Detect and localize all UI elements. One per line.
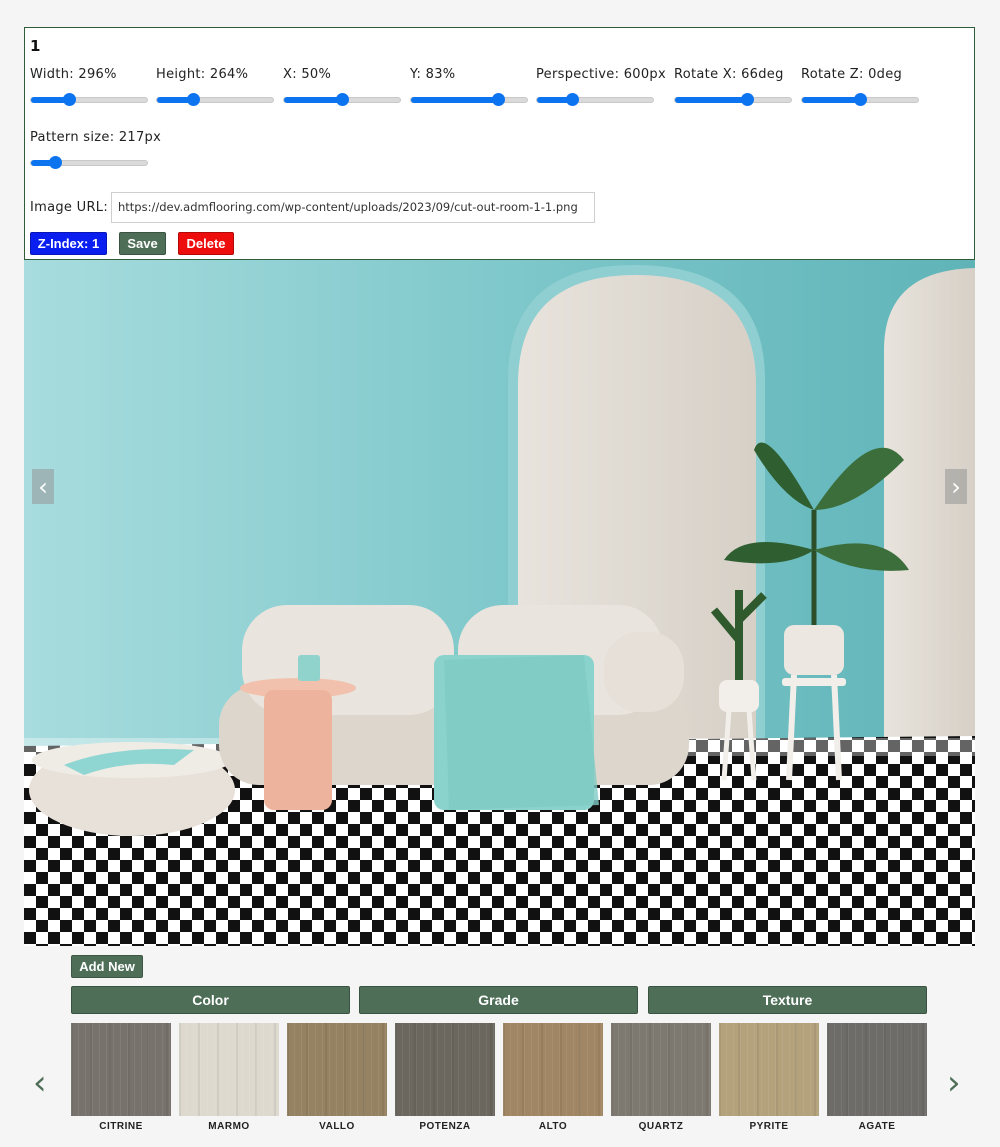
swatch-label: VALLO bbox=[319, 1121, 355, 1132]
y-slider[interactable] bbox=[410, 93, 528, 106]
swatch-alto[interactable]: ALTO bbox=[503, 1023, 603, 1132]
chevron-right-icon: › bbox=[947, 1063, 961, 1103]
height-label: Height: 264% bbox=[156, 67, 249, 82]
layer-id: 1 bbox=[30, 37, 41, 55]
slider-thumb[interactable] bbox=[854, 93, 867, 106]
swatch-image[interactable] bbox=[395, 1023, 495, 1116]
swatch-image[interactable] bbox=[719, 1023, 819, 1116]
x-slider[interactable] bbox=[283, 93, 401, 106]
image-url-label: Image URL: bbox=[30, 200, 109, 215]
swatch-image[interactable] bbox=[503, 1023, 603, 1116]
tab-grade[interactable]: Grade bbox=[359, 986, 638, 1014]
pattern-size-label: Pattern size: 217px bbox=[30, 130, 162, 145]
chevron-left-icon: ‹ bbox=[38, 472, 48, 501]
swatch-vallo[interactable]: VALLO bbox=[287, 1023, 387, 1132]
swatch-label: PYRITE bbox=[749, 1121, 789, 1132]
swatch-label: POTENZA bbox=[419, 1121, 471, 1132]
swatches-prev-button[interactable]: ‹ bbox=[33, 1066, 47, 1100]
width-slider[interactable] bbox=[30, 93, 148, 106]
swatch-agate[interactable]: AGATE bbox=[827, 1023, 927, 1132]
slider-thumb[interactable] bbox=[565, 93, 579, 106]
swatches-next-button[interactable]: › bbox=[947, 1066, 961, 1100]
swatch-quartz[interactable]: QUARTZ bbox=[611, 1023, 711, 1132]
swatch-label: CITRINE bbox=[99, 1121, 143, 1132]
swatch-image[interactable] bbox=[827, 1023, 927, 1116]
slider-thumb[interactable] bbox=[63, 93, 77, 106]
swatch-pyrite[interactable]: PYRITE bbox=[719, 1023, 819, 1132]
room-scene-image bbox=[24, 260, 975, 946]
tab-texture[interactable]: Texture bbox=[648, 986, 927, 1014]
preview-prev-button[interactable]: ‹ bbox=[32, 469, 54, 504]
rotate-x-slider[interactable] bbox=[674, 93, 792, 106]
swatch-image[interactable] bbox=[71, 1023, 171, 1116]
perspective-label: Perspective: 600px bbox=[536, 67, 666, 82]
chevron-right-icon: › bbox=[951, 472, 961, 501]
save-button[interactable]: Save bbox=[119, 232, 166, 255]
perspective-slider[interactable] bbox=[536, 93, 654, 106]
pattern-size-slider[interactable] bbox=[30, 156, 148, 169]
x-label: X: 50% bbox=[283, 67, 332, 82]
y-label: Y: 83% bbox=[410, 67, 456, 82]
swatch-image[interactable] bbox=[611, 1023, 711, 1116]
rotate-x-label: Rotate X: 66deg bbox=[674, 67, 784, 82]
delete-button[interactable]: Delete bbox=[178, 232, 234, 255]
height-slider[interactable] bbox=[156, 93, 274, 106]
layer-editor-panel: 1 Width: 296% Height: 264% X: 50% Y: 83%… bbox=[24, 27, 975, 260]
swatch-marmo[interactable]: MARMO bbox=[179, 1023, 279, 1132]
slider-thumb[interactable] bbox=[336, 93, 349, 106]
tab-color[interactable]: Color bbox=[71, 986, 350, 1014]
slider-thumb[interactable] bbox=[186, 93, 200, 106]
swatch-image[interactable] bbox=[179, 1023, 279, 1116]
chevron-left-icon: ‹ bbox=[33, 1063, 47, 1103]
z-index-button[interactable]: Z-Index: 1 bbox=[30, 232, 107, 255]
preview-next-button[interactable]: › bbox=[945, 469, 967, 504]
add-new-button[interactable]: Add New bbox=[71, 955, 143, 978]
swatch-label: QUARTZ bbox=[638, 1121, 684, 1132]
width-label: Width: 296% bbox=[30, 67, 117, 82]
swatch-label: MARMO bbox=[208, 1121, 250, 1132]
image-url-input[interactable]: https://dev.admflooring.com/wp-content/u… bbox=[111, 192, 595, 223]
swatch-label: AGATE bbox=[858, 1121, 896, 1132]
swatch-label: ALTO bbox=[538, 1121, 568, 1132]
slider-thumb[interactable] bbox=[49, 156, 63, 169]
swatch-citrine[interactable]: CITRINE bbox=[71, 1023, 171, 1132]
arch-right bbox=[884, 268, 975, 740]
rotate-z-label: Rotate Z: 0deg bbox=[801, 67, 903, 82]
rotate-z-slider[interactable] bbox=[801, 93, 919, 106]
room-preview: ‹ › bbox=[24, 260, 975, 946]
slider-thumb[interactable] bbox=[740, 93, 754, 106]
swatch-image[interactable] bbox=[287, 1023, 387, 1116]
slider-thumb[interactable] bbox=[492, 93, 505, 106]
swatch-potenza[interactable]: POTENZA bbox=[395, 1023, 495, 1132]
